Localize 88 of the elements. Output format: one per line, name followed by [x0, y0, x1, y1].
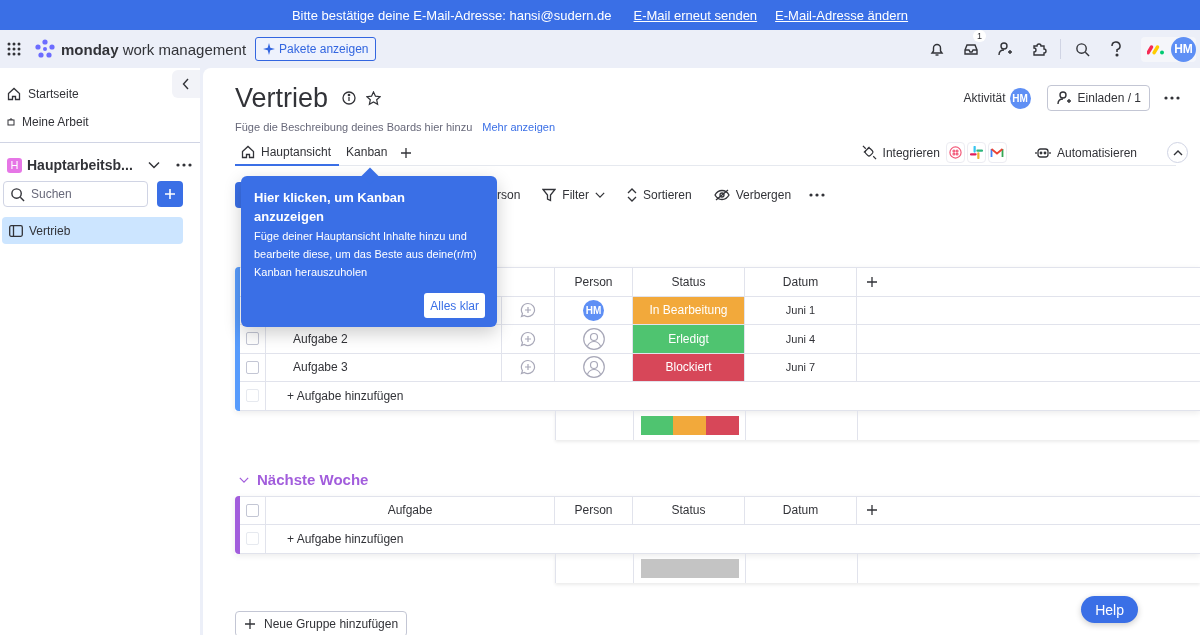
- workspace-icon: H: [7, 157, 22, 173]
- more-icon[interactable]: [809, 193, 826, 197]
- column-header: Datum: [745, 496, 857, 525]
- brand-name: monday work management: [61, 40, 247, 58]
- group-title[interactable]: Nächste Woche: [257, 471, 369, 488]
- column-header: Person: [555, 496, 633, 525]
- more-icon[interactable]: [176, 163, 192, 167]
- board-description: Füge die Beschreibung deines Boards hier hinzu: [235, 121, 473, 133]
- banner-link[interactable]: E-Mail erneut senden: [633, 7, 758, 23]
- plus-icon: [244, 617, 256, 630]
- add-update-icon[interactable]: [520, 302, 536, 319]
- dismiss-button[interactable]: Alles klar: [424, 293, 485, 318]
- row-checkbox[interactable]: [246, 360, 259, 374]
- search-field[interactable]: Suchen: [3, 181, 148, 207]
- more-icon[interactable]: [1164, 96, 1180, 100]
- add-task-link[interactable]: + Aufgabe hinzufügen: [287, 531, 404, 546]
- board-icon: [9, 224, 23, 237]
- add-column-icon[interactable]: [866, 275, 878, 288]
- status-label[interactable]: Blockiert: [633, 353, 745, 382]
- logo-icon: [34, 39, 56, 59]
- toolbar-button[interactable]: rson: [497, 188, 521, 202]
- person-plus-icon: [1055, 90, 1072, 106]
- briefcase-icon: [7, 118, 15, 126]
- sparkle-icon: [263, 43, 276, 55]
- integrate-button[interactable]: Integrieren: [861, 145, 940, 160]
- banner-text: Bitte bestätige deine E-Mail-Adresse: hansi@sudern.de: [291, 7, 612, 23]
- add-update-icon[interactable]: [520, 330, 536, 347]
- hide-icon: [713, 189, 730, 201]
- home-icon: [7, 87, 21, 101]
- toolbar-button[interactable]: Verbergen: [713, 188, 792, 202]
- collapse-button[interactable]: [172, 70, 200, 98]
- sort-icon: [627, 188, 637, 202]
- chevron-down-icon[interactable]: [239, 475, 249, 484]
- plus-icon: [165, 189, 175, 199]
- add-button[interactable]: [157, 181, 183, 207]
- column-header: Aufgabe: [266, 496, 555, 525]
- column-header: Status: [633, 268, 745, 297]
- toolbar-button[interactable]: Filter: [542, 188, 605, 202]
- person-placeholder-icon[interactable]: [582, 327, 605, 350]
- date-cell: Juni 1: [745, 296, 857, 325]
- task-name: Aufgabe 3: [266, 353, 502, 382]
- toolbar-button[interactable]: Sortieren: [627, 188, 692, 202]
- nav-item[interactable]: Meine Arbeit: [0, 108, 170, 136]
- inbox-badge: 1: [973, 30, 986, 42]
- view-tab[interactable]: Kanban: [339, 139, 396, 166]
- app-grid-icon[interactable]: [7, 42, 21, 56]
- robot-icon: [1034, 146, 1051, 159]
- user-avatar: HM: [1009, 87, 1031, 109]
- add-column-icon[interactable]: [866, 504, 878, 517]
- search-icon: [10, 187, 25, 202]
- column-header: Datum: [745, 268, 857, 297]
- integration-icon[interactable]: [945, 142, 965, 163]
- popover-text: Füge deiner Hauptansicht Inhalte hinzu und bearbeite diese, um das Beste aus deine(r/m) Kanban herauszuholen: [254, 229, 478, 280]
- chevron-up-icon: [1172, 149, 1183, 156]
- nav-item[interactable]: Startseite: [0, 80, 170, 108]
- add-task-link[interactable]: + Aufgabe hinzufügen: [287, 388, 404, 403]
- more-link[interactable]: Mehr anzeigen: [482, 121, 556, 133]
- row-checkbox[interactable]: [246, 503, 259, 517]
- column-header: Person: [555, 268, 633, 297]
- filter-icon: [542, 188, 557, 202]
- chevron-down-icon[interactable]: [148, 161, 160, 169]
- star-icon[interactable]: [366, 90, 382, 106]
- workspace-name[interactable]: Hauptarbeitsb...: [27, 157, 148, 173]
- logo-icon: [1147, 43, 1165, 55]
- chevron-down-icon: [595, 191, 605, 199]
- row-checkbox[interactable]: [246, 332, 259, 346]
- activity-button[interactable]: Aktivität HM: [963, 87, 1031, 109]
- date-cell: Juni 7: [745, 353, 857, 382]
- view-tab[interactable]: Hauptansicht: [235, 139, 340, 166]
- column-header: Status: [633, 496, 745, 525]
- help-button[interactable]: Help: [1081, 596, 1138, 623]
- board-item[interactable]: Vertrieb: [2, 217, 183, 244]
- chevron-left-icon: [182, 78, 190, 90]
- integration-icon[interactable]: [987, 142, 1007, 163]
- plug-icon: [861, 145, 877, 160]
- plans-button[interactable]: Pakete anzeigen: [255, 37, 377, 61]
- home-icon: [241, 144, 255, 159]
- date-cell: Juni 4: [745, 325, 857, 354]
- invite-button[interactable]: Einladen / 1: [1046, 85, 1150, 111]
- person-placeholder-icon[interactable]: [582, 356, 605, 379]
- popover-title: Hier klicken, um Kanban anzuzeigen: [254, 189, 406, 226]
- info-icon[interactable]: [342, 91, 357, 105]
- automate-button[interactable]: Automatisieren: [1034, 145, 1137, 160]
- banner-link[interactable]: E-Mail-Adresse ändern: [775, 7, 909, 23]
- integration-icon[interactable]: [966, 142, 986, 163]
- add-update-icon[interactable]: [520, 359, 536, 376]
- board-title: Vertrieb: [235, 82, 329, 114]
- add-group-button[interactable]: Neue Gruppe hinzufügen: [235, 610, 408, 635]
